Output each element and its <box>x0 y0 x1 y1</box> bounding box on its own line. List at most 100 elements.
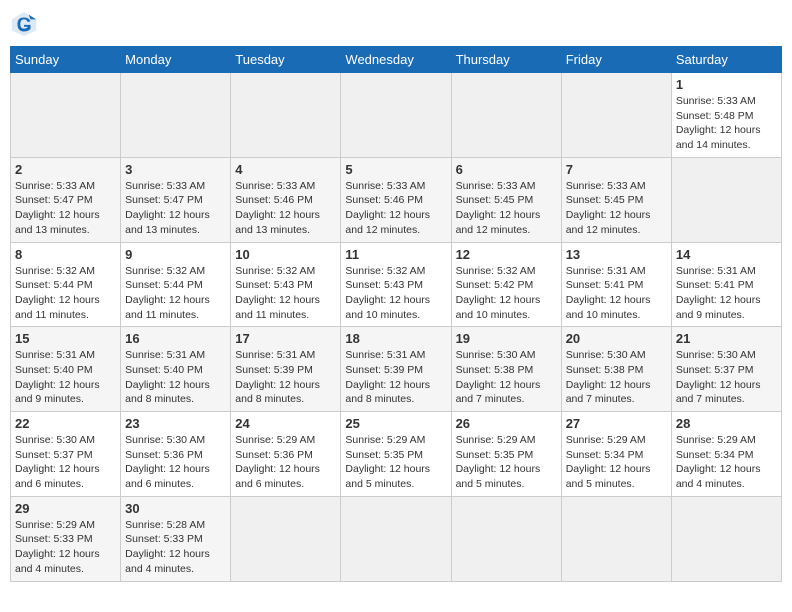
day-number: 7 <box>566 162 667 177</box>
day-info: Sunrise: 5:30 AM Sunset: 5:38 PM Dayligh… <box>456 348 557 407</box>
logo-icon <box>10 10 38 38</box>
day-number: 28 <box>676 416 777 431</box>
column-header-sunday: Sunday <box>11 47 121 73</box>
day-number: 21 <box>676 331 777 346</box>
calendar-cell: 20 Sunrise: 5:30 AM Sunset: 5:38 PM Dayl… <box>561 327 671 412</box>
calendar-cell: 30 Sunrise: 5:28 AM Sunset: 5:33 PM Dayl… <box>121 496 231 581</box>
calendar-cell <box>451 73 561 158</box>
day-number: 1 <box>676 77 777 92</box>
day-info: Sunrise: 5:33 AM Sunset: 5:45 PM Dayligh… <box>456 179 557 238</box>
day-info: Sunrise: 5:28 AM Sunset: 5:33 PM Dayligh… <box>125 518 226 577</box>
day-info: Sunrise: 5:29 AM Sunset: 5:34 PM Dayligh… <box>566 433 667 492</box>
calendar-week-row: 8 Sunrise: 5:32 AM Sunset: 5:44 PM Dayli… <box>11 242 782 327</box>
calendar-cell: 21 Sunrise: 5:30 AM Sunset: 5:37 PM Dayl… <box>671 327 781 412</box>
calendar-cell: 24 Sunrise: 5:29 AM Sunset: 5:36 PM Dayl… <box>231 412 341 497</box>
day-info: Sunrise: 5:31 AM Sunset: 5:41 PM Dayligh… <box>566 264 667 323</box>
page-header <box>10 10 782 38</box>
column-header-tuesday: Tuesday <box>231 47 341 73</box>
day-number: 20 <box>566 331 667 346</box>
day-number: 12 <box>456 247 557 262</box>
column-header-monday: Monday <box>121 47 231 73</box>
day-number: 15 <box>15 331 116 346</box>
day-info: Sunrise: 5:31 AM Sunset: 5:40 PM Dayligh… <box>125 348 226 407</box>
day-number: 10 <box>235 247 336 262</box>
calendar-cell <box>451 496 561 581</box>
calendar-cell: 14 Sunrise: 5:31 AM Sunset: 5:41 PM Dayl… <box>671 242 781 327</box>
calendar-cell <box>231 73 341 158</box>
calendar-body: 1 Sunrise: 5:33 AM Sunset: 5:48 PM Dayli… <box>11 73 782 582</box>
day-number: 14 <box>676 247 777 262</box>
day-number: 29 <box>15 501 116 516</box>
calendar-cell: 9 Sunrise: 5:32 AM Sunset: 5:44 PM Dayli… <box>121 242 231 327</box>
calendar-cell: 13 Sunrise: 5:31 AM Sunset: 5:41 PM Dayl… <box>561 242 671 327</box>
column-header-wednesday: Wednesday <box>341 47 451 73</box>
day-info: Sunrise: 5:32 AM Sunset: 5:44 PM Dayligh… <box>15 264 116 323</box>
day-info: Sunrise: 5:33 AM Sunset: 5:46 PM Dayligh… <box>345 179 446 238</box>
calendar-cell: 26 Sunrise: 5:29 AM Sunset: 5:35 PM Dayl… <box>451 412 561 497</box>
day-info: Sunrise: 5:29 AM Sunset: 5:36 PM Dayligh… <box>235 433 336 492</box>
day-number: 18 <box>345 331 446 346</box>
calendar-cell: 10 Sunrise: 5:32 AM Sunset: 5:43 PM Dayl… <box>231 242 341 327</box>
calendar-cell <box>561 496 671 581</box>
day-number: 25 <box>345 416 446 431</box>
day-number: 9 <box>125 247 226 262</box>
calendar-cell <box>561 73 671 158</box>
calendar-cell: 2 Sunrise: 5:33 AM Sunset: 5:47 PM Dayli… <box>11 157 121 242</box>
day-info: Sunrise: 5:33 AM Sunset: 5:48 PM Dayligh… <box>676 94 777 153</box>
day-number: 24 <box>235 416 336 431</box>
day-number: 17 <box>235 331 336 346</box>
day-number: 19 <box>456 331 557 346</box>
calendar-table: SundayMondayTuesdayWednesdayThursdayFrid… <box>10 46 782 582</box>
day-info: Sunrise: 5:31 AM Sunset: 5:41 PM Dayligh… <box>676 264 777 323</box>
day-number: 3 <box>125 162 226 177</box>
day-info: Sunrise: 5:32 AM Sunset: 5:44 PM Dayligh… <box>125 264 226 323</box>
calendar-cell: 7 Sunrise: 5:33 AM Sunset: 5:45 PM Dayli… <box>561 157 671 242</box>
calendar-cell <box>671 496 781 581</box>
calendar-cell <box>121 73 231 158</box>
day-number: 13 <box>566 247 667 262</box>
day-info: Sunrise: 5:29 AM Sunset: 5:35 PM Dayligh… <box>345 433 446 492</box>
day-info: Sunrise: 5:31 AM Sunset: 5:39 PM Dayligh… <box>345 348 446 407</box>
column-header-thursday: Thursday <box>451 47 561 73</box>
calendar-cell: 17 Sunrise: 5:31 AM Sunset: 5:39 PM Dayl… <box>231 327 341 412</box>
day-number: 8 <box>15 247 116 262</box>
day-number: 23 <box>125 416 226 431</box>
day-number: 5 <box>345 162 446 177</box>
calendar-week-row: 1 Sunrise: 5:33 AM Sunset: 5:48 PM Dayli… <box>11 73 782 158</box>
day-number: 6 <box>456 162 557 177</box>
day-number: 30 <box>125 501 226 516</box>
day-info: Sunrise: 5:32 AM Sunset: 5:42 PM Dayligh… <box>456 264 557 323</box>
calendar-cell: 19 Sunrise: 5:30 AM Sunset: 5:38 PM Dayl… <box>451 327 561 412</box>
day-info: Sunrise: 5:29 AM Sunset: 5:35 PM Dayligh… <box>456 433 557 492</box>
day-number: 11 <box>345 247 446 262</box>
calendar-cell: 22 Sunrise: 5:30 AM Sunset: 5:37 PM Dayl… <box>11 412 121 497</box>
day-number: 27 <box>566 416 667 431</box>
column-header-saturday: Saturday <box>671 47 781 73</box>
calendar-week-row: 15 Sunrise: 5:31 AM Sunset: 5:40 PM Dayl… <box>11 327 782 412</box>
calendar-cell <box>231 496 341 581</box>
day-info: Sunrise: 5:30 AM Sunset: 5:38 PM Dayligh… <box>566 348 667 407</box>
day-info: Sunrise: 5:32 AM Sunset: 5:43 PM Dayligh… <box>235 264 336 323</box>
logo <box>10 10 42 38</box>
calendar-cell: 5 Sunrise: 5:33 AM Sunset: 5:46 PM Dayli… <box>341 157 451 242</box>
day-number: 4 <box>235 162 336 177</box>
day-info: Sunrise: 5:29 AM Sunset: 5:34 PM Dayligh… <box>676 433 777 492</box>
day-info: Sunrise: 5:33 AM Sunset: 5:45 PM Dayligh… <box>566 179 667 238</box>
day-info: Sunrise: 5:30 AM Sunset: 5:36 PM Dayligh… <box>125 433 226 492</box>
day-info: Sunrise: 5:33 AM Sunset: 5:47 PM Dayligh… <box>125 179 226 238</box>
day-info: Sunrise: 5:31 AM Sunset: 5:39 PM Dayligh… <box>235 348 336 407</box>
calendar-cell: 16 Sunrise: 5:31 AM Sunset: 5:40 PM Dayl… <box>121 327 231 412</box>
day-info: Sunrise: 5:33 AM Sunset: 5:47 PM Dayligh… <box>15 179 116 238</box>
day-number: 26 <box>456 416 557 431</box>
calendar-cell <box>341 73 451 158</box>
day-info: Sunrise: 5:31 AM Sunset: 5:40 PM Dayligh… <box>15 348 116 407</box>
calendar-cell <box>11 73 121 158</box>
calendar-cell: 3 Sunrise: 5:33 AM Sunset: 5:47 PM Dayli… <box>121 157 231 242</box>
day-info: Sunrise: 5:30 AM Sunset: 5:37 PM Dayligh… <box>676 348 777 407</box>
calendar-cell: 28 Sunrise: 5:29 AM Sunset: 5:34 PM Dayl… <box>671 412 781 497</box>
calendar-week-row: 29 Sunrise: 5:29 AM Sunset: 5:33 PM Dayl… <box>11 496 782 581</box>
calendar-cell: 1 Sunrise: 5:33 AM Sunset: 5:48 PM Dayli… <box>671 73 781 158</box>
calendar-cell: 18 Sunrise: 5:31 AM Sunset: 5:39 PM Dayl… <box>341 327 451 412</box>
day-info: Sunrise: 5:32 AM Sunset: 5:43 PM Dayligh… <box>345 264 446 323</box>
calendar-cell: 8 Sunrise: 5:32 AM Sunset: 5:44 PM Dayli… <box>11 242 121 327</box>
